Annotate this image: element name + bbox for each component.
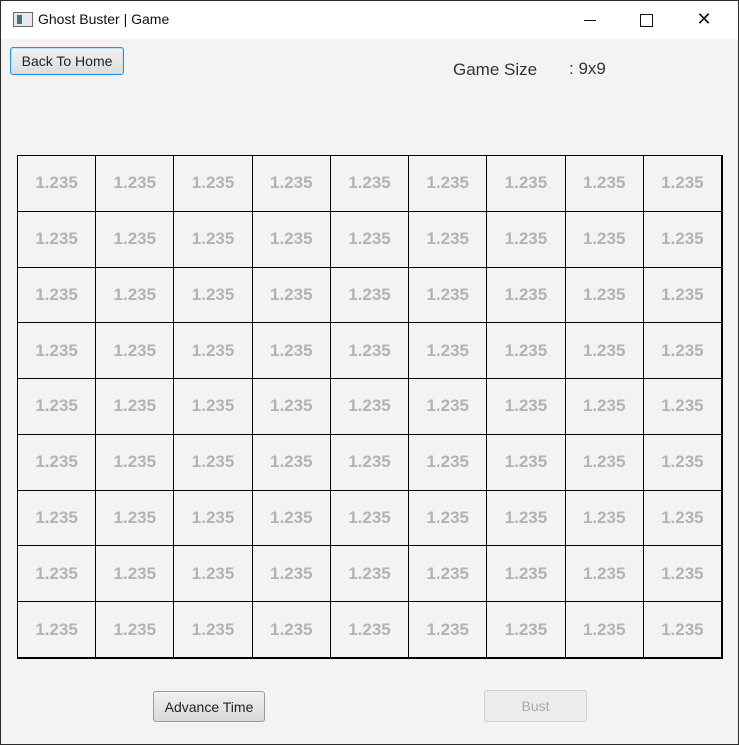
- board-cell[interactable]: 1.235: [564, 433, 644, 491]
- board-cell[interactable]: 1.235: [564, 489, 644, 547]
- board-cell[interactable]: 1.235: [251, 433, 331, 491]
- board-cell[interactable]: 1.235: [329, 433, 410, 491]
- board-cell[interactable]: 1.235: [17, 322, 97, 380]
- board-cell[interactable]: 1.235: [486, 322, 566, 380]
- board-cell[interactable]: 1.235: [17, 433, 97, 491]
- game-window: Ghost Buster | Game ✕ Back To Home Game …: [0, 0, 739, 745]
- board-cell[interactable]: 1.235: [642, 378, 722, 435]
- board-cell[interactable]: 1.235: [173, 489, 253, 547]
- board-cell[interactable]: 1.235: [329, 322, 410, 380]
- board-cell[interactable]: 1.235: [486, 378, 566, 435]
- board-cell[interactable]: 1.235: [408, 378, 488, 435]
- board-cell[interactable]: 1.235: [329, 155, 410, 212]
- board-cell[interactable]: 1.235: [173, 155, 253, 212]
- board-cell[interactable]: 1.235: [17, 378, 97, 435]
- board-cell[interactable]: 1.235: [95, 322, 175, 380]
- board-cell[interactable]: 1.235: [173, 266, 253, 324]
- board-cell[interactable]: 1.235: [564, 322, 644, 380]
- board-cell[interactable]: 1.235: [17, 155, 97, 212]
- game-size-value: : 9x9: [569, 59, 606, 78]
- maximize-button[interactable]: [623, 1, 669, 39]
- board-cell[interactable]: 1.235: [642, 601, 722, 658]
- board-cell[interactable]: 1.235: [173, 322, 253, 380]
- app-window-icon: [13, 12, 33, 27]
- board-cell[interactable]: 1.235: [17, 489, 97, 547]
- board-cell[interactable]: 1.235: [408, 433, 488, 491]
- board-cell[interactable]: 1.235: [17, 545, 97, 603]
- board-cell[interactable]: 1.235: [564, 210, 644, 268]
- title-bar: Ghost Buster | Game ✕: [1, 1, 738, 39]
- board-cell[interactable]: 1.235: [17, 601, 97, 658]
- advance-time-button[interactable]: Advance Time: [153, 691, 265, 722]
- board-cell[interactable]: 1.235: [408, 210, 488, 268]
- board-cell[interactable]: 1.235: [408, 545, 488, 603]
- board-cell[interactable]: 1.235: [564, 378, 644, 435]
- board-cell[interactable]: 1.235: [486, 155, 566, 212]
- board-cell[interactable]: 1.235: [329, 210, 410, 268]
- board-cell[interactable]: 1.235: [173, 433, 253, 491]
- board-cell[interactable]: 1.235: [642, 545, 722, 603]
- board-cell[interactable]: 1.235: [329, 266, 410, 324]
- board-cell[interactable]: 1.235: [642, 489, 722, 547]
- board-cell[interactable]: 1.235: [486, 266, 566, 324]
- game-board: 1.235 1.235 1.235 1.235 1.235 1.235 1.235 1.235…: [17, 155, 723, 659]
- board-cell[interactable]: 1.235: [173, 545, 253, 603]
- board-cell[interactable]: 1.235: [408, 155, 488, 212]
- board-cell[interactable]: 1.235: [251, 489, 331, 547]
- board-cell[interactable]: 1.235: [251, 266, 331, 324]
- board-cell[interactable]: 1.235: [95, 601, 175, 658]
- minimize-button[interactable]: [567, 1, 613, 39]
- board-cell[interactable]: 1.235: [408, 489, 488, 547]
- board-cell[interactable]: 1.235: [408, 601, 488, 658]
- board-cell[interactable]: 1.235: [95, 378, 175, 435]
- board-cell[interactable]: 1.235: [251, 601, 331, 658]
- board-cell[interactable]: 1.235: [564, 155, 644, 212]
- maximize-icon: [639, 13, 653, 27]
- board-cell[interactable]: 1.235: [251, 378, 331, 435]
- close-button[interactable]: ✕: [681, 1, 727, 39]
- board-cell[interactable]: 1.235: [17, 210, 97, 268]
- board-cell[interactable]: 1.235: [173, 601, 253, 658]
- board-cell[interactable]: 1.235: [251, 210, 331, 268]
- game-size-label: Game Size: [453, 60, 538, 79]
- board-cell[interactable]: 1.235: [642, 155, 722, 212]
- board-cell[interactable]: 1.235: [251, 545, 331, 603]
- board-cell[interactable]: 1.235: [329, 489, 410, 547]
- board-cell[interactable]: 1.235: [95, 266, 175, 324]
- board-cell[interactable]: 1.235: [173, 378, 253, 435]
- board-cell[interactable]: 1.235: [642, 322, 722, 380]
- board-cell[interactable]: 1.235: [329, 378, 410, 435]
- board-cell[interactable]: 1.235: [564, 545, 644, 603]
- minimize-icon: [584, 19, 596, 21]
- window-title: Ghost Buster | Game: [38, 11, 170, 27]
- board-cell[interactable]: 1.235: [486, 545, 566, 603]
- board-cell[interactable]: 1.235: [564, 601, 644, 658]
- board-cell[interactable]: 1.235: [408, 266, 488, 324]
- board-cell[interactable]: 1.235: [173, 210, 253, 268]
- board-cell[interactable]: 1.235: [251, 155, 331, 212]
- board-cell[interactable]: 1.235: [95, 433, 175, 491]
- board-cell[interactable]: 1.235: [17, 266, 97, 324]
- board-cell[interactable]: 1.235: [408, 322, 488, 380]
- board-cell[interactable]: 1.235: [95, 210, 175, 268]
- bust-button[interactable]: Bust: [484, 690, 587, 722]
- board-cell[interactable]: 1.235: [251, 322, 331, 380]
- board-cell[interactable]: 1.235: [329, 545, 410, 603]
- board-cell[interactable]: 1.235: [95, 155, 175, 212]
- board-cell[interactable]: 1.235: [642, 433, 722, 491]
- board-cell[interactable]: 1.235: [486, 601, 566, 658]
- board-cell[interactable]: 1.235: [486, 489, 566, 547]
- board-cell[interactable]: 1.235: [95, 545, 175, 603]
- back-to-home-button[interactable]: Back To Home: [10, 47, 124, 75]
- close-icon: ✕: [696, 9, 712, 30]
- board-cell[interactable]: 1.235: [95, 489, 175, 547]
- board-cell[interactable]: 1.235: [486, 210, 566, 268]
- board-cell[interactable]: 1.235: [564, 266, 644, 324]
- board-cell[interactable]: 1.235: [329, 601, 410, 658]
- board-cell[interactable]: 1.235: [642, 266, 722, 324]
- board-cell[interactable]: 1.235: [486, 433, 566, 491]
- board-cell[interactable]: 1.235: [642, 210, 722, 268]
